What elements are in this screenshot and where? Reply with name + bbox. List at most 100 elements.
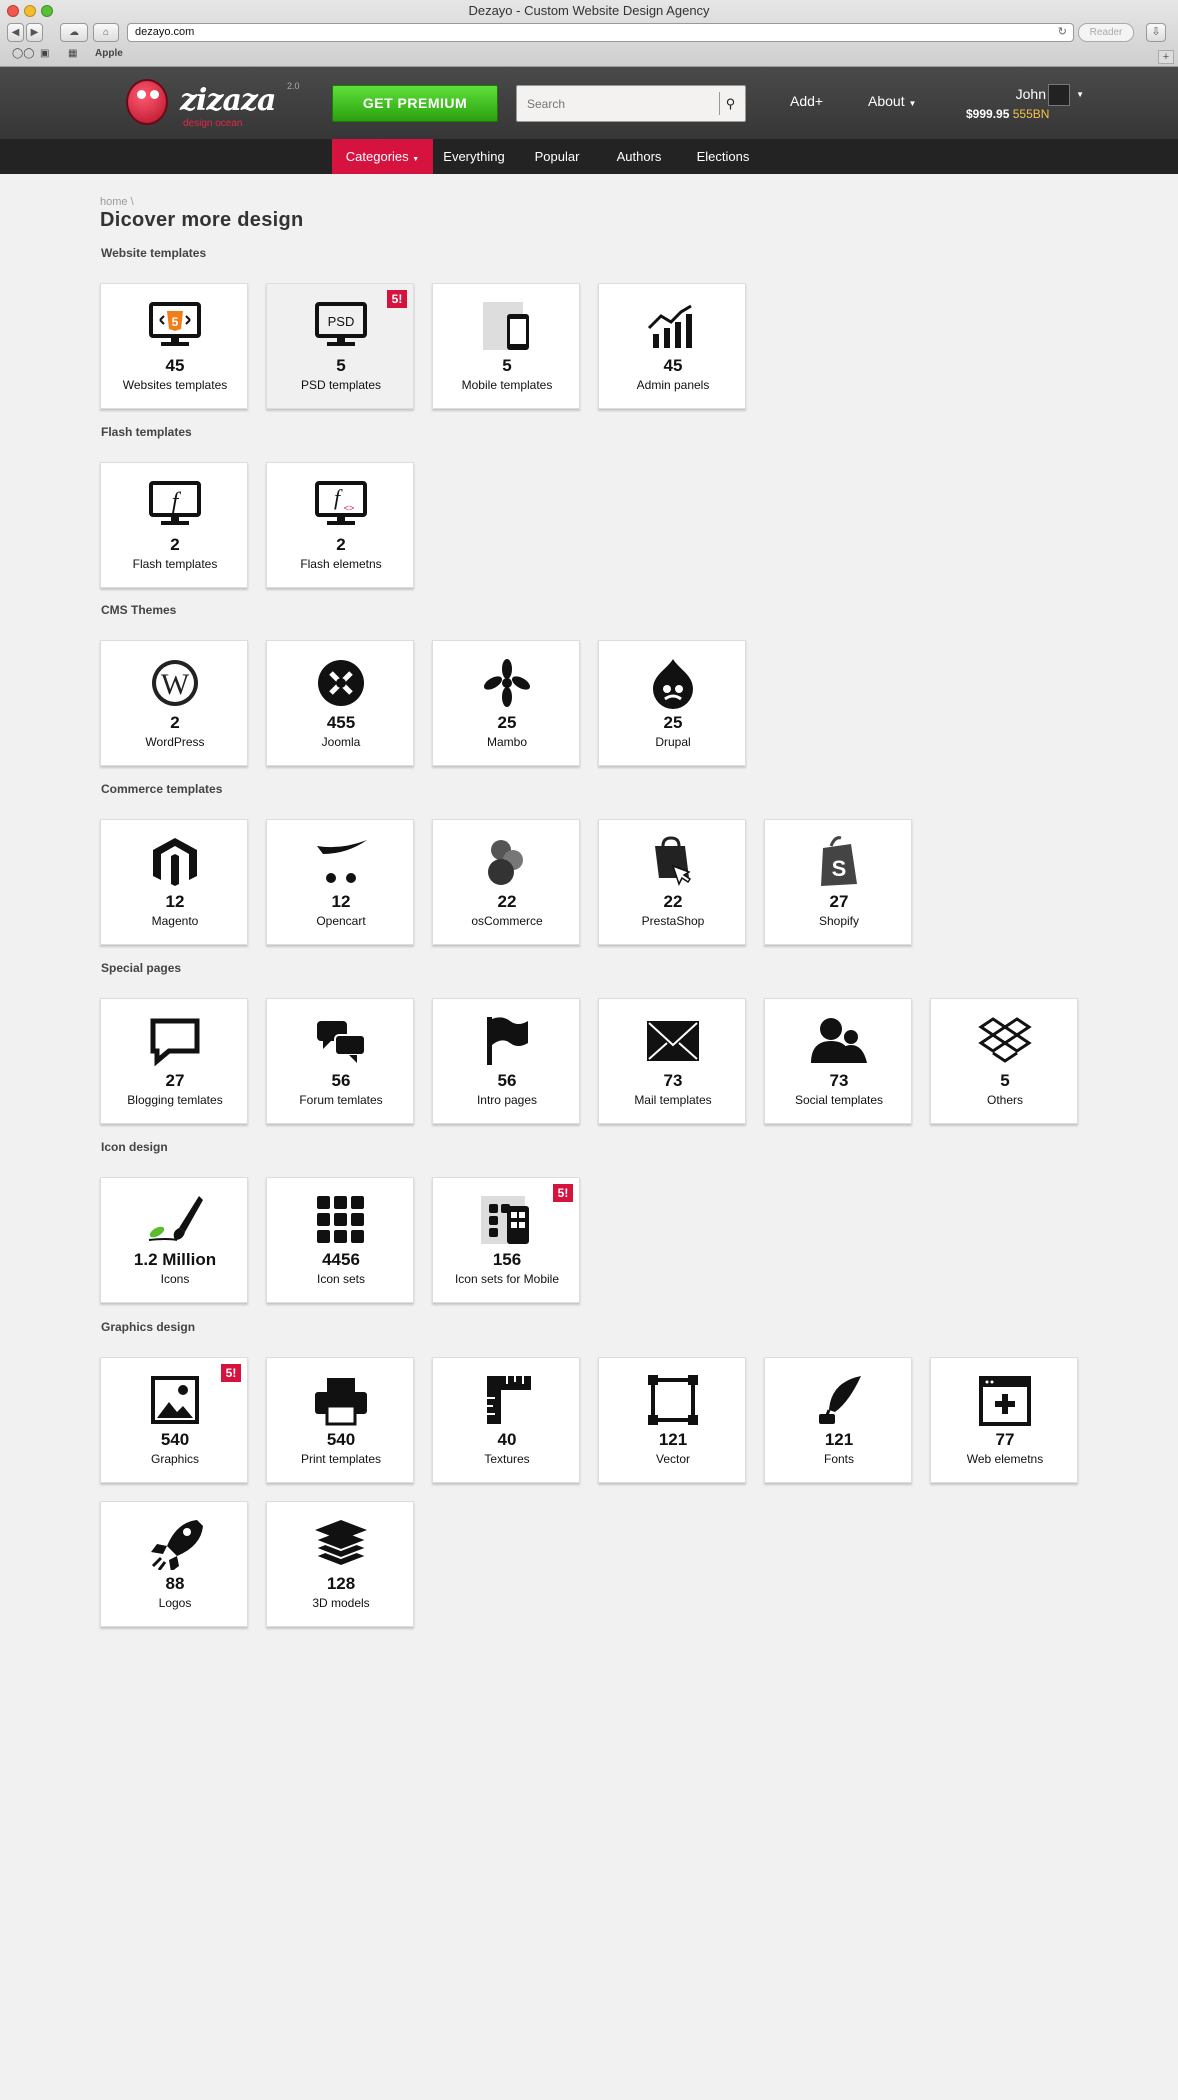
tile-label: Textures (484, 1452, 530, 1466)
category-tile[interactable]: 540 Print templates (266, 1357, 414, 1483)
tile-label: Web elemetns (966, 1452, 1044, 1466)
category-tile[interactable]: 121 Fonts (764, 1357, 912, 1483)
tile-label: Magento (151, 914, 199, 928)
tile-label: Joomla (321, 735, 361, 749)
reload-icon[interactable]: ↻ (1058, 24, 1067, 41)
html5-monitor-icon: 5 (145, 300, 205, 352)
search-input[interactable] (517, 86, 717, 121)
category-tile[interactable]: 25 Mambo (432, 640, 580, 766)
tile-count: 73 (663, 1071, 683, 1090)
address-bar[interactable]: dezayo.com ↻ (127, 23, 1074, 42)
category-tile[interactable]: 73 Mail templates (598, 998, 746, 1124)
tile-label: osCommerce (471, 914, 543, 928)
nav-elections[interactable]: Elections (688, 139, 758, 174)
nav-authors[interactable]: Authors (606, 139, 672, 174)
new-tab-icon[interactable]: + (1158, 50, 1174, 64)
reading-list-icon[interactable]: ◯◯ (12, 48, 34, 59)
category-tile[interactable]: 540 Graphics 5! (100, 1357, 248, 1483)
flash-code-icon: f <> (311, 479, 371, 531)
tile-label: Social templates (794, 1093, 884, 1107)
nav-categories[interactable]: Categories ▼ (332, 139, 433, 174)
category-tile[interactable]: 12 Opencart (266, 819, 414, 945)
category-tile[interactable]: 77 Web elemetns (930, 1357, 1078, 1483)
tile-count: 56 (497, 1071, 517, 1090)
section-title: Commerce templates (101, 782, 223, 796)
category-tile[interactable]: 56 Intro pages (432, 998, 580, 1124)
category-tile[interactable]: 27 Blogging temlates (100, 998, 248, 1124)
category-tile[interactable]: 22 osCommerce (432, 819, 580, 945)
printer-icon (311, 1374, 371, 1426)
logo-version: 2.0 (287, 81, 300, 91)
category-tile[interactable]: 4456 Icon sets (266, 1177, 414, 1303)
search-icon[interactable]: ⚲ (719, 92, 741, 115)
site-logo[interactable]: zizaza 2.0 design ocean (120, 75, 300, 135)
category-tile[interactable]: 25 Drupal (598, 640, 746, 766)
tile-label: PrestaShop (641, 914, 705, 928)
category-tile[interactable]: 88 Logos (100, 1501, 248, 1627)
tile-label: Mambo (486, 735, 527, 749)
tile-count: 45 (165, 356, 185, 375)
category-tile[interactable]: 73 Social templates (764, 998, 912, 1124)
tile-count: 22 (663, 892, 683, 911)
nav-popular[interactable]: Popular (524, 139, 590, 174)
category-tile[interactable]: f 2 Flash templates (100, 462, 248, 588)
category-tile[interactable]: 45 Admin panels (598, 283, 746, 409)
drupal-icon (643, 657, 703, 709)
icloud-icon[interactable]: ☁ (60, 23, 88, 42)
category-tile[interactable]: 455 Joomla (266, 640, 414, 766)
layers-icon (311, 1518, 371, 1570)
category-tile[interactable]: W 2 WordPress (100, 640, 248, 766)
reader-button[interactable]: Reader (1078, 23, 1134, 42)
tile-count: 77 (995, 1430, 1015, 1449)
category-tile[interactable]: 56 Forum temlates (266, 998, 414, 1124)
opencart-icon (311, 836, 371, 888)
new-badge: 5! (221, 1364, 241, 1382)
section-title: CMS Themes (101, 603, 177, 617)
add-menu[interactable]: Add+ (790, 93, 823, 109)
get-premium-button[interactable]: GET PREMIUM (332, 85, 498, 122)
category-tile[interactable]: 128 3D models (266, 1501, 414, 1627)
about-menu[interactable]: About ▼ (868, 93, 916, 109)
category-tile[interactable]: S 27 Shopify (764, 819, 912, 945)
back-icon[interactable]: ◀ (7, 23, 24, 42)
forward-icon[interactable]: ▶ (26, 23, 43, 42)
category-tile[interactable]: 121 Vector (598, 1357, 746, 1483)
tile-count: 12 (165, 892, 185, 911)
mambo-icon (477, 657, 537, 709)
home-icon[interactable]: ⌂ (93, 23, 119, 42)
category-tile[interactable]: 5 Mobile templates (432, 283, 580, 409)
bookmark-apple[interactable]: Apple (95, 48, 123, 59)
tile-label: PSD templates (300, 378, 382, 392)
downloads-icon[interactable]: ⇩ (1146, 23, 1166, 42)
category-tile[interactable]: 5 Others (930, 998, 1078, 1124)
people-icon (809, 1015, 869, 1067)
tile-count: 128 (326, 1574, 356, 1593)
tile-label: Intro pages (476, 1093, 538, 1107)
breadcrumb[interactable]: home \ (100, 196, 134, 208)
tile-count: 73 (829, 1071, 849, 1090)
nav-everything[interactable]: Everything (437, 139, 511, 174)
tile-label: Opencart (316, 914, 366, 928)
tile-label: Admin panels (636, 378, 710, 392)
tile-count: 2 (170, 535, 180, 554)
category-tile[interactable]: 5 45 Websites templates (100, 283, 248, 409)
grid-icon (311, 1194, 371, 1246)
tile-label: WordPress (145, 735, 205, 749)
user-menu[interactable]: John ▼ $999.95 555BN (966, 84, 1084, 124)
shopify-icon: S (809, 836, 869, 888)
bookmarks-icon[interactable]: ▣ (40, 48, 49, 59)
brush-icon (145, 1194, 205, 1246)
tile-count: 5 (502, 356, 512, 375)
category-tile[interactable]: 12 Magento (100, 819, 248, 945)
category-tile[interactable]: 1.2 Million Icons (100, 1177, 248, 1303)
category-tile[interactable]: 156 Icon sets for Mobile 5! (432, 1177, 580, 1303)
category-tile[interactable]: PSD 5 PSD templates 5! (266, 283, 414, 409)
section-title: Flash templates (101, 425, 192, 439)
section-title: Graphics design (101, 1320, 196, 1334)
category-tile[interactable]: 22 PrestaShop (598, 819, 746, 945)
crab-mascot-icon (126, 79, 168, 125)
chat-bubbles-icon (311, 1015, 371, 1067)
top-sites-icon[interactable]: ▦ (68, 48, 77, 59)
category-tile[interactable]: f <> 2 Flash elemetns (266, 462, 414, 588)
category-tile[interactable]: 40 Textures (432, 1357, 580, 1483)
